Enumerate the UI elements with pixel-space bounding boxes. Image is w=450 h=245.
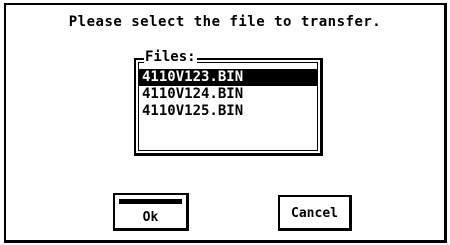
file-item-4110v124[interactable]: 4110V124.BIN xyxy=(139,86,317,103)
cancel-button-label: Cancel xyxy=(291,206,338,221)
default-button-indicator xyxy=(119,199,182,204)
ok-button-label: Ok xyxy=(142,210,159,225)
ok-button[interactable]: Ok xyxy=(113,193,189,231)
dialog-prompt: Please select the file to transfer. xyxy=(68,14,382,30)
file-item-4110v125[interactable]: 4110V125.BIN xyxy=(139,103,317,120)
files-listbox[interactable]: Files: 4110V123.BIN 4110V124.BIN 4110V12… xyxy=(134,49,323,156)
cancel-button[interactable]: Cancel xyxy=(278,195,352,231)
file-list: 4110V123.BIN 4110V124.BIN 4110V125.BIN xyxy=(139,69,317,120)
file-transfer-dialog: Please select the file to transfer. File… xyxy=(4,3,447,243)
files-label: Files: xyxy=(144,49,197,65)
file-item-4110v123[interactable]: 4110V123.BIN xyxy=(139,69,317,86)
